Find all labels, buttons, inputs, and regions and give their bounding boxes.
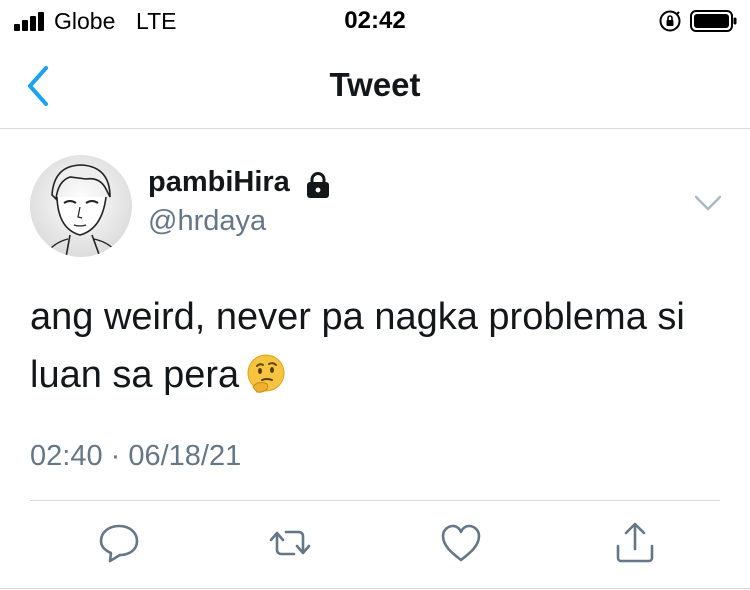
page-title: Tweet (329, 66, 421, 103)
status-bar: Globe LTE 02:42 (0, 0, 750, 44)
orientation-lock-icon (659, 10, 681, 32)
battery-icon (690, 10, 737, 32)
status-time: 02:42 (344, 7, 406, 34)
lock-icon (307, 172, 329, 198)
user-handle[interactable]: @hrdaya (148, 205, 266, 238)
divider (30, 500, 720, 501)
display-name[interactable]: pambiHira (148, 166, 290, 199)
tweet-time: 02:40 (30, 440, 103, 472)
tweet-date: 06/18/21 (128, 440, 242, 472)
tweet-text-line: luan sa pera (30, 346, 730, 404)
retweet-icon[interactable] (267, 520, 313, 566)
thinking-face-icon (247, 354, 285, 393)
reply-icon[interactable] (96, 520, 142, 566)
action-bar (0, 520, 750, 570)
tweet-timestamp: 02:40 · 06/18/21 (30, 440, 241, 473)
like-icon[interactable] (438, 520, 484, 566)
chevron-down-icon[interactable] (690, 188, 726, 218)
avatar[interactable] (30, 155, 132, 257)
navigation-bar: Tweet (0, 44, 750, 129)
tweet-text: ang weird, never pa nagka problema si lu… (30, 288, 730, 404)
separator: · (102, 440, 129, 472)
divider (0, 588, 750, 589)
share-icon[interactable] (612, 520, 658, 566)
tweet-text-line: ang weird, never pa nagka problema si (30, 296, 685, 338)
